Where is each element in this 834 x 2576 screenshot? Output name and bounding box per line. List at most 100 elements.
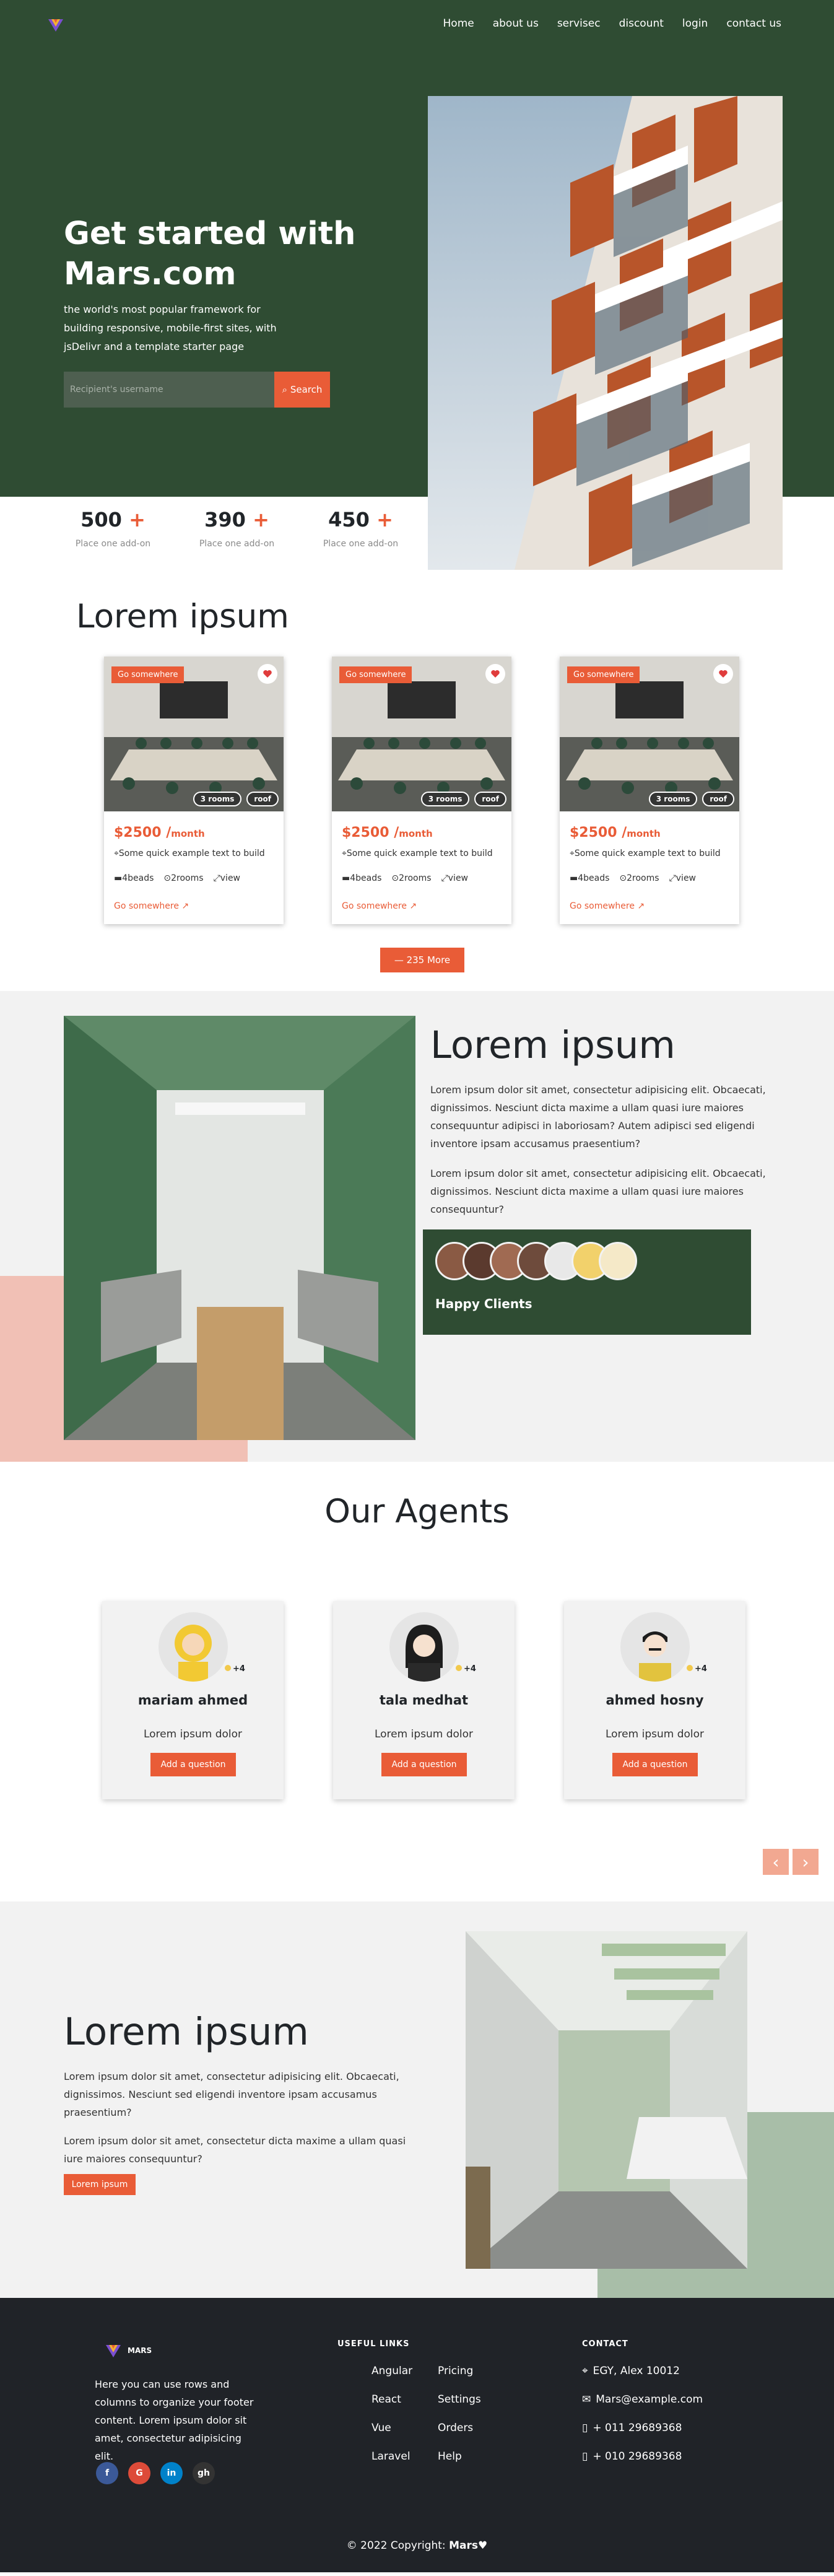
card-link[interactable]: Go somewhere ↗ [342,901,417,911]
beds-feature: ▬4beads [570,873,610,883]
card-badge[interactable]: Go somewhere [339,666,412,683]
card-badge[interactable]: Go somewhere [567,666,640,683]
stat-item: 390 + Place one add-on [198,508,276,549]
agent-avatar [620,1612,690,1682]
google-icon[interactable]: G [128,2462,150,2484]
linkedin-icon[interactable]: in [160,2462,183,2484]
carousel-next-icon[interactable]: › [793,1849,819,1875]
more-listings-button[interactable]: — 235 More [380,948,464,972]
listing-section: Lorem ipsum Go somewhere 3 rooms roof $2… [0,570,834,991]
search-button[interactable]: ⌕ Search [274,372,330,408]
card-badge[interactable]: Go somewhere [111,666,185,683]
card-tags: 3 rooms roof [193,792,279,806]
feature-paragraph-2: Lorem ipsum dolor sit amet, consectetur … [64,2135,406,2165]
property-card[interactable]: Go somewhere 3 rooms roof $2500 /month ⌖… [560,657,739,924]
footer-links-col-1: Angular React Vue Laravel [371,2365,412,2463]
add-question-button[interactable]: Add a question [381,1753,467,1776]
heart-icon[interactable] [258,664,277,684]
contact-email[interactable]: ✉ Mars@example.com [582,2393,703,2406]
nav-contact-us[interactable]: contact us [726,17,781,30]
client-avatar [599,1242,637,1280]
brand-link[interactable]: Mars♥ [449,2539,487,2552]
agents-title: Our Agents [324,1493,510,1530]
footer-link-settings[interactable]: Settings [438,2393,481,2406]
stat-value: 500 + [80,508,146,531]
footer-link-help[interactable]: Help [438,2450,481,2463]
view-feature: ⤢view [213,873,241,883]
agents-list: +4 mariam ahmed Lorem ipsum dolor Add a … [102,1601,745,1799]
feature-section: Lorem ipsum Lorem ipsum dolor sit amet, … [0,1901,834,2298]
footer-logo-text: MARS [128,2346,152,2355]
heart-icon[interactable] [485,664,505,684]
contact-phone-2[interactable]: ▯ + 010 29689368 [582,2450,703,2463]
stats-row: 500 + Place one add-on 390 + Place one a… [74,508,399,549]
feature-title: Lorem ipsum [64,2010,309,2054]
phone-icon: ▯ [582,2422,588,2434]
mars-logo-icon[interactable] [46,15,65,34]
rooms-feature: ⊙2rooms [163,873,204,883]
stat-value: 450 + [328,508,393,531]
nav-home[interactable]: Home [443,17,474,30]
nav-login[interactable]: login [682,17,708,30]
footer-link-pricing[interactable]: Pricing [438,2365,481,2377]
card-tags: 3 rooms roof [420,792,506,806]
feature-button[interactable]: Lorem ipsum [64,2174,136,2195]
add-question-button[interactable]: Add a question [612,1753,698,1776]
beds-feature: ▬4beads [342,873,382,883]
listing-title: Lorem ipsum [76,598,289,635]
footer: MARS Here you can use rows and columns t… [0,2298,834,2572]
agent-name: tala medhat [379,1693,469,1708]
footer-link-vue[interactable]: Vue [371,2422,412,2434]
search-input[interactable] [64,372,274,408]
footer-link-angular[interactable]: Angular [371,2365,412,2377]
add-question-button[interactable]: Add a question [150,1753,236,1776]
nav-discount[interactable]: discount [619,17,664,30]
nav-about-us[interactable]: about us [493,17,539,30]
property-card[interactable]: Go somewhere 3 rooms roof $2500 /month ⌖… [332,657,511,924]
office-corridor-image [64,1016,415,1440]
hero-description: the world's most popular framework for b… [64,303,277,352]
feature-paragraph-1: Lorem ipsum dolor sit amet, consectetur … [64,2071,399,2118]
github-icon[interactable]: gh [193,2462,215,2484]
about-paragraph-2: Lorem ipsum dolor sit amet, consectetur … [430,1168,766,1215]
stat-item: 500 + Place one add-on [74,508,152,549]
copyright: © 2022 Copyright: Mars♥ [346,2539,488,2552]
footer-link-laravel[interactable]: Laravel [371,2450,412,2463]
roof-tag: roof [474,792,506,806]
useful-links-heading: USEFUL LINKS [337,2339,410,2349]
rooms-tag: 3 rooms [648,792,698,806]
card-features: ▬4beads ⊙2rooms ⤢view [114,873,240,883]
agent-name: ahmed hosny [606,1693,704,1708]
nav-services[interactable]: servisec [557,17,601,30]
heart-icon[interactable] [713,664,733,684]
card-tags: 3 rooms roof [648,792,734,806]
facebook-icon[interactable]: f [96,2462,118,2484]
card-link[interactable]: Go somewhere ↗ [570,901,645,911]
hero-title: Get started with Mars.com [64,216,356,292]
carousel-prev-icon[interactable]: ‹ [763,1849,789,1875]
property-image: Go somewhere 3 rooms roof [104,657,284,811]
card-price: $2500 /month [342,825,433,840]
beds-feature: ▬4beads [114,873,154,883]
rooms-feature: ⊙2rooms [619,873,659,883]
card-link[interactable]: Go somewhere ↗ [114,901,189,911]
contact-phone-1[interactable]: ▯ + 011 29689368 [582,2422,703,2434]
footer-link-react[interactable]: React [371,2393,412,2406]
stat-label: Place one add-on [199,539,275,549]
agent-extra-count: +4 [456,1664,476,1674]
roof-tag: roof [702,792,734,806]
agent-card: +4 ahmed hosny Lorem ipsum dolor Add a q… [564,1601,745,1799]
footer-link-orders[interactable]: Orders [438,2422,481,2434]
agent-card: +4 tala medhat Lorem ipsum dolor Add a q… [333,1601,515,1799]
property-card[interactable]: Go somewhere 3 rooms roof $2500 /month ⌖… [104,657,284,924]
footer-logo[interactable]: MARS [104,2341,152,2360]
bed-icon: ▬ [342,873,350,883]
view-feature: ⤢view [441,873,469,883]
contact-address: ⌖ EGY, Alex 10012 [582,2365,680,2377]
location-pin-icon: ⌖ [342,849,347,858]
hero-building-image [428,96,783,570]
office-interior-image [466,1931,747,2269]
stat-value: 390 + [204,508,269,531]
footer-links-col-2: Pricing Settings Orders Help [438,2365,481,2463]
main-nav: Home about us servisec discount login co… [443,17,781,30]
